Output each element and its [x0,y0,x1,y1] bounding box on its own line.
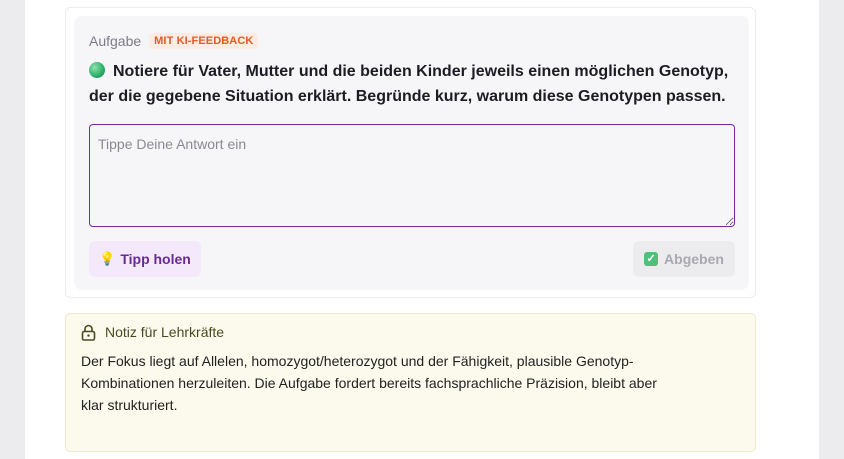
get-hint-label: Tipp holen [120,251,191,267]
answer-input[interactable] [89,124,735,227]
ai-feedback-badge: MIT KI-FEEDBACK [149,33,259,49]
task-card: Aufgabe MIT KI-FEEDBACK Notiere für Vate… [65,7,756,298]
teacher-note-header: Notiz für Lehrkräfte [81,323,224,341]
lightbulb-icon: 💡 [99,251,116,266]
teacher-note-body: Der Fokus liegt auf Allelen, homozygot/h… [81,353,657,413]
checkmark-icon: ✓ [644,252,659,266]
task-header: Aufgabe MIT KI-FEEDBACK [89,32,259,50]
submit-button[interactable]: ✓ Abgeben [633,241,735,277]
question-text: Notiere für Vater, Mutter und die beiden… [89,63,729,105]
get-hint-button[interactable]: 💡 Tipp holen [89,241,201,277]
teacher-note: Notiz für Lehrkräfte Der Fokus liegt auf… [65,313,756,452]
lock-icon [81,324,96,341]
task-label: Aufgabe [89,33,142,49]
task-question: Notiere für Vater, Mutter und die beiden… [89,59,739,109]
submit-label: Abgeben [664,251,724,267]
task-panel: Aufgabe MIT KI-FEEDBACK Notiere für Vate… [74,16,749,290]
green-dot-icon [89,62,105,78]
teacher-note-title: Notiz für Lehrkräfte [105,324,225,340]
page: Aufgabe MIT KI-FEEDBACK Notiere für Vate… [25,0,819,459]
